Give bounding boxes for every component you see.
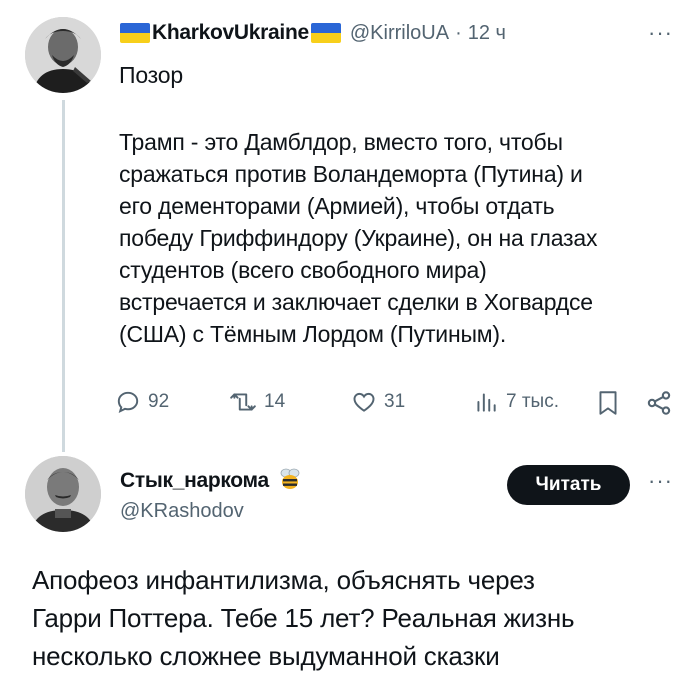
- more-options-icon[interactable]: ···: [648, 468, 673, 494]
- author-handle[interactable]: @KRashodov: [120, 500, 244, 523]
- separator-dot: ·: [455, 21, 462, 44]
- like-count: 31: [384, 391, 406, 412]
- reply-button[interactable]: 92: [115, 389, 169, 415]
- like-icon: [353, 392, 375, 412]
- bookmark-icon: [599, 391, 617, 415]
- retweet-button[interactable]: 14: [229, 389, 285, 415]
- tweet-text-line: Апофеоз инфантилизма, объяснять через: [32, 565, 535, 595]
- views-count: 7 тыс.: [506, 391, 559, 412]
- ukraine-flag-icon: [120, 23, 150, 43]
- tweet-text-line: студентов (всего свободного мира): [119, 257, 487, 283]
- tweet-text-line: встречается и заключает сделки в Хогвард…: [119, 289, 593, 315]
- views-icon: [477, 393, 496, 412]
- retweet-icon: [230, 393, 256, 411]
- tweet-text-line: Трамп - это Дамблдор, вместо того, чтобы: [119, 129, 563, 155]
- tweet-text-line: (США) с Тёмным Лордом (Путиным).: [119, 321, 507, 347]
- reply-icon: [117, 391, 139, 414]
- thread-line: [62, 100, 65, 452]
- tweet-text: Апофеоз инфантилизма, объяснять через Га…: [32, 561, 575, 675]
- tweet-text-line: сражаться против Воландеморта (Путина) и: [119, 161, 583, 187]
- author-name[interactable]: Стык_наркома: [120, 469, 269, 493]
- author-name[interactable]: KharkovUkraine: [152, 21, 309, 45]
- tweet-text: Трамп - это Дамблдор, вместо того, чтобы…: [119, 126, 679, 350]
- retweet-count: 14: [264, 391, 286, 412]
- tweet2-header: Стык_наркома: [120, 466, 303, 496]
- tweet-text-line: несколько сложнее выдуманной сказки: [32, 641, 500, 671]
- avatar-kharkovukraine[interactable]: [25, 17, 101, 93]
- tweet-text-line: победу Гриффиндору (Украине), он на глаз…: [119, 225, 598, 251]
- views-button[interactable]: 7 тыс.: [473, 389, 559, 415]
- author-handle[interactable]: @KirriloUA: [350, 22, 449, 45]
- tweet-text-first-line: Позор: [119, 62, 183, 88]
- tweet-action-bar: 92 14 31 7 тыс.: [115, 389, 685, 423]
- bookmark-button[interactable]: [595, 389, 628, 417]
- like-button[interactable]: 31: [351, 389, 405, 415]
- avatar-styk-narkoma[interactable]: [25, 456, 101, 532]
- share-button[interactable]: [645, 389, 680, 417]
- tweet-text-line: его дементорами (Армией), чтобы отдать: [119, 193, 555, 219]
- tweet1-header: KharkovUkraine @KirriloUA · 12 ч: [120, 18, 506, 48]
- bee-icon: [277, 466, 303, 497]
- tweet-text-line: Гарри Поттера. Тебе 15 лет? Реальная жиз…: [32, 603, 575, 633]
- share-icon: [647, 391, 671, 415]
- tweet-timestamp[interactable]: 12 ч: [468, 22, 506, 45]
- follow-button[interactable]: Читать: [507, 465, 630, 505]
- ukraine-flag-icon: [310, 23, 341, 43]
- more-options-icon[interactable]: ···: [648, 20, 673, 46]
- reply-count: 92: [148, 391, 170, 412]
